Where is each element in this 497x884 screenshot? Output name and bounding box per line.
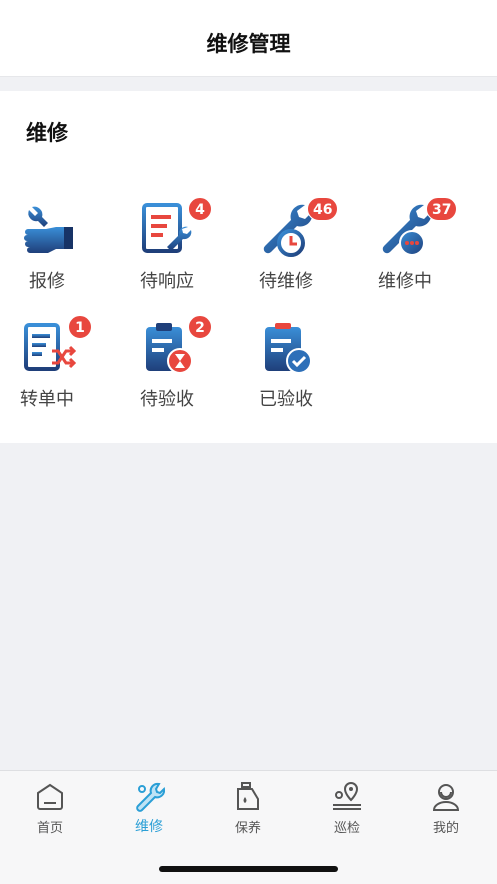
tab-label: 巡检	[333, 821, 360, 836]
oil-can-icon	[237, 782, 259, 810]
tab-repair[interactable]: 维修	[109, 779, 189, 839]
pending-count-badge: 37	[426, 197, 458, 221]
home-icon	[37, 783, 63, 810]
tile-label: 待维修	[259, 271, 313, 292]
tile-label: 转单中	[20, 389, 74, 410]
tab-label: 维修	[135, 819, 163, 835]
tab-home[interactable]: 首页	[10, 779, 90, 839]
pending-count-badge: 46	[307, 197, 339, 221]
pending-count-badge: 1	[68, 315, 92, 339]
pending-count-badge: 2	[188, 315, 212, 339]
tab-label: 保养	[234, 821, 261, 836]
section-title: 维修	[26, 121, 68, 145]
tile-awaiting-acceptance[interactable]: 2 待验收	[122, 307, 212, 419]
tab-profile[interactable]: 我的	[406, 779, 486, 839]
tile-in-repair[interactable]: 37 维修中	[360, 189, 458, 301]
tab-maintenance[interactable]: 保养	[208, 779, 288, 839]
tile-report-repair[interactable]: 报修	[2, 189, 92, 301]
location-pin-icon	[333, 781, 361, 810]
repair-section-card: 维修 报修 4 待响应 46 待维修 37 维修中 1 转单中 2 待验收 已验…	[0, 91, 497, 443]
tile-label: 维修中	[378, 271, 432, 292]
tab-label: 我的	[432, 821, 459, 836]
user-icon	[432, 784, 460, 811]
pending-count-badge: 4	[188, 197, 212, 221]
wrench-icon	[136, 782, 165, 812]
tile-label: 待响应	[140, 271, 194, 292]
tile-transferring[interactable]: 1 转单中	[2, 307, 92, 419]
navigation-bar: 维修管理	[0, 0, 497, 77]
home-indicator[interactable]	[159, 866, 338, 872]
tab-label: 首页	[36, 821, 63, 836]
tile-awaiting-response[interactable]: 4 待响应	[122, 189, 212, 301]
tile-awaiting-repair[interactable]: 46 待维修	[241, 189, 339, 301]
hand-wrench-icon	[24, 206, 73, 253]
clipboard-check-icon	[265, 323, 312, 374]
tile-accepted[interactable]: 已验收	[241, 307, 331, 419]
page-title: 维修管理	[206, 32, 291, 56]
tile-label: 待验收	[140, 389, 194, 410]
tab-inspection[interactable]: 巡检	[307, 779, 387, 839]
tile-label: 报修	[29, 271, 65, 292]
tile-label: 已验收	[259, 389, 313, 410]
